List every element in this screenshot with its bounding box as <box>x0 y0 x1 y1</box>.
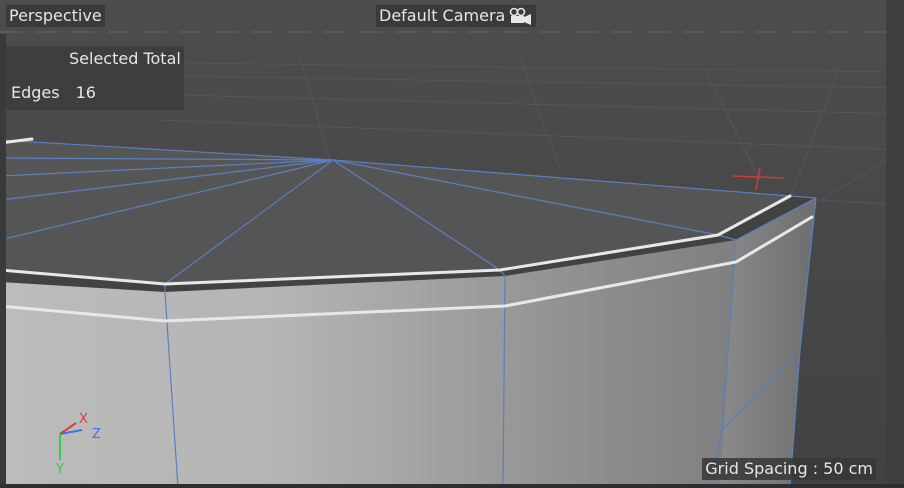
viewport-bottom-edge <box>0 484 904 488</box>
camera-icon[interactable] <box>507 6 533 26</box>
stats-row-label: Edges <box>11 83 60 102</box>
axis-y-label: Y <box>55 462 64 477</box>
selection-stats-panel: Selected Total Edges 16 <box>6 46 184 110</box>
viewport-right-edge <box>886 0 904 488</box>
viewport[interactable]: Perspective Default Camera Selected Tota… <box>0 0 904 488</box>
axis-gizmo: X Z Y <box>48 408 118 478</box>
view-name-label[interactable]: Perspective <box>6 5 105 27</box>
axis-x-label: X <box>79 412 88 427</box>
stats-header: Selected Total <box>69 49 181 68</box>
stats-row-value: 16 <box>75 83 96 102</box>
grid-spacing-label: Grid Spacing : 50 cm <box>702 458 876 480</box>
camera-selector[interactable]: Default Camera <box>376 5 537 27</box>
camera-name-label: Default Camera <box>379 6 506 25</box>
axis-z-label: Z <box>92 427 101 442</box>
stats-row-edges: Edges 16 <box>11 83 96 102</box>
